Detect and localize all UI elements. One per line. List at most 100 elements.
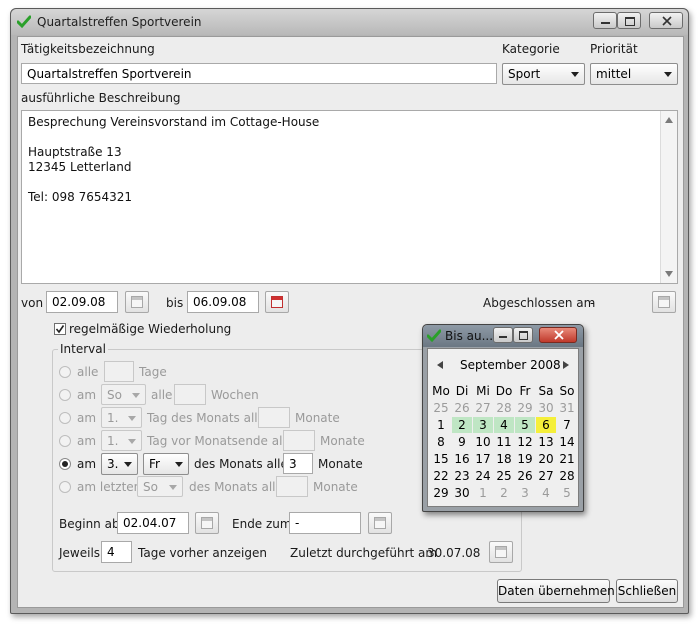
title-bar[interactable]: Quartalstreffen Sportverein: [11, 9, 688, 35]
minimize-button[interactable]: [593, 12, 617, 29]
calendar-day[interactable]: 4: [494, 417, 514, 433]
calendar-day[interactable]: 26: [515, 468, 535, 484]
calendar-maximize-button[interactable]: [513, 327, 533, 343]
completed-date-calendar-button[interactable]: [652, 291, 676, 313]
scroll-up-icon[interactable]: [665, 117, 673, 123]
activity-input[interactable]: Quartalstreffen Sportverein: [21, 63, 497, 84]
calendar-day[interactable]: 4: [536, 485, 556, 501]
calendar-day[interactable]: 18: [494, 451, 514, 467]
calendar-day[interactable]: 24: [473, 468, 493, 484]
calendar-day[interactable]: 30: [452, 485, 472, 501]
interval-weekday-select[interactable]: Fr: [143, 453, 189, 475]
from-date-input[interactable]: 02.09.08: [46, 291, 118, 313]
interval-weeks-day-value: So: [107, 388, 122, 402]
last-done-calendar-button[interactable]: [489, 541, 513, 563]
interval-monthend-select[interactable]: 1.: [101, 430, 142, 451]
calendar-day[interactable]: 15: [431, 451, 451, 467]
previous-month-icon[interactable]: [437, 361, 443, 369]
calendar-day[interactable]: 16: [452, 451, 472, 467]
weekday-header: Mi: [476, 384, 490, 398]
begin-date-input[interactable]: 02.04.07: [117, 512, 189, 534]
description-scrollbar[interactable]: [660, 111, 677, 283]
calendar-day[interactable]: 23: [452, 468, 472, 484]
to-date-input[interactable]: 06.09.08: [187, 291, 259, 313]
calendar-day[interactable]: 28: [557, 468, 577, 484]
calendar-day[interactable]: 5: [557, 485, 577, 501]
category-select-value: Sport: [508, 67, 541, 81]
calendar-month-label: September 2008: [460, 358, 561, 372]
interval-days-input[interactable]: [104, 361, 134, 382]
interval-weeks-day-select[interactable]: So: [101, 384, 146, 405]
calendar-day[interactable]: 14: [557, 434, 577, 450]
calendar-day[interactable]: 5: [515, 417, 535, 433]
calendar-day[interactable]: 21: [557, 451, 577, 467]
end-date-calendar-button[interactable]: [368, 512, 392, 534]
interval-nth-weekday-radio[interactable]: [59, 458, 71, 470]
interval-weeks-radio[interactable]: [59, 389, 71, 401]
days-before-label: Tage vorher anzeigen: [138, 546, 267, 560]
calendar-day[interactable]: 1: [473, 485, 493, 501]
interval-last-weekday-radio[interactable]: [59, 481, 71, 493]
recurrence-checkbox[interactable]: [54, 323, 66, 335]
interval-nth-select[interactable]: 3.: [101, 453, 138, 475]
calendar-day[interactable]: 3: [515, 485, 535, 501]
interval-days-radio[interactable]: [59, 366, 71, 378]
close-button[interactable]: Schließen: [616, 579, 678, 603]
interval-last-weekday-select[interactable]: So: [137, 476, 183, 497]
interval-monthday-select[interactable]: 1.: [101, 407, 142, 428]
interval-monthend-input[interactable]: [283, 430, 315, 451]
interval-monthend-middle: Tag vor Monatsende alle: [147, 434, 294, 448]
calendar-day[interactable]: 25: [431, 400, 451, 416]
interval-weeks-input[interactable]: [174, 384, 206, 405]
days-before-input[interactable]: 4: [101, 541, 132, 563]
calendar-day[interactable]: 31: [557, 400, 577, 416]
calendar-day[interactable]: 29: [515, 400, 535, 416]
calendar-minimize-button[interactable]: [493, 327, 513, 343]
calendar-day[interactable]: 2: [452, 417, 472, 433]
interval-last-weekday-input[interactable]: [276, 476, 308, 497]
description-textarea[interactable]: Besprechung Vereinsvorstand im Cottage-H…: [21, 110, 678, 284]
calendar-day[interactable]: 25: [494, 468, 514, 484]
calendar-day[interactable]: 22: [431, 468, 451, 484]
calendar-day[interactable]: 30: [536, 400, 556, 416]
calendar-day[interactable]: 17: [473, 451, 493, 467]
calendar-day[interactable]: 8: [431, 434, 451, 450]
interval-monthend-radio[interactable]: [59, 435, 71, 447]
priority-select[interactable]: mittel: [590, 63, 678, 85]
calendar-close-button[interactable]: [539, 327, 577, 343]
calendar-day[interactable]: 10: [473, 434, 493, 450]
calendar-day[interactable]: 28: [494, 400, 514, 416]
begin-date-calendar-button[interactable]: [195, 512, 219, 534]
interval-nth-weekday-input[interactable]: 3: [283, 453, 313, 474]
calendar-day[interactable]: 29: [431, 485, 451, 501]
from-date-calendar-button[interactable]: [125, 291, 149, 313]
close-icon: [554, 330, 564, 340]
calendar-day[interactable]: 2: [494, 485, 514, 501]
calendar-day[interactable]: 19: [515, 451, 535, 467]
calendar-day[interactable]: 11: [494, 434, 514, 450]
calendar-popup-titlebar[interactable]: Bis au...: [423, 325, 583, 347]
apply-button[interactable]: Daten übernehmen: [497, 579, 615, 603]
interval-monthday-input[interactable]: [258, 407, 290, 428]
category-select[interactable]: Sport: [502, 63, 585, 85]
calendar-day[interactable]: 9: [452, 434, 472, 450]
calendar-day[interactable]: 6: [536, 417, 556, 433]
calendar-day[interactable]: 13: [536, 434, 556, 450]
calendar-day[interactable]: 12: [515, 434, 535, 450]
calendar-day[interactable]: 27: [536, 468, 556, 484]
calendar-day[interactable]: 3: [473, 417, 493, 433]
interval-monthday-radio[interactable]: [59, 412, 71, 424]
calendar-day[interactable]: 7: [557, 417, 577, 433]
to-date-calendar-button[interactable]: [265, 291, 289, 313]
close-window-button[interactable]: [649, 12, 683, 29]
end-date-input[interactable]: -: [289, 512, 361, 534]
scroll-down-icon[interactable]: [665, 271, 673, 277]
calendar-day[interactable]: 27: [473, 400, 493, 416]
calendar-icon: [495, 546, 507, 558]
next-month-icon[interactable]: [563, 361, 569, 369]
calendar-day[interactable]: 26: [452, 400, 472, 416]
last-done-label: Zuletzt durchgeführt am: [290, 546, 438, 560]
maximize-button[interactable]: [617, 12, 641, 29]
calendar-day[interactable]: 1: [431, 417, 451, 433]
calendar-day[interactable]: 20: [536, 451, 556, 467]
